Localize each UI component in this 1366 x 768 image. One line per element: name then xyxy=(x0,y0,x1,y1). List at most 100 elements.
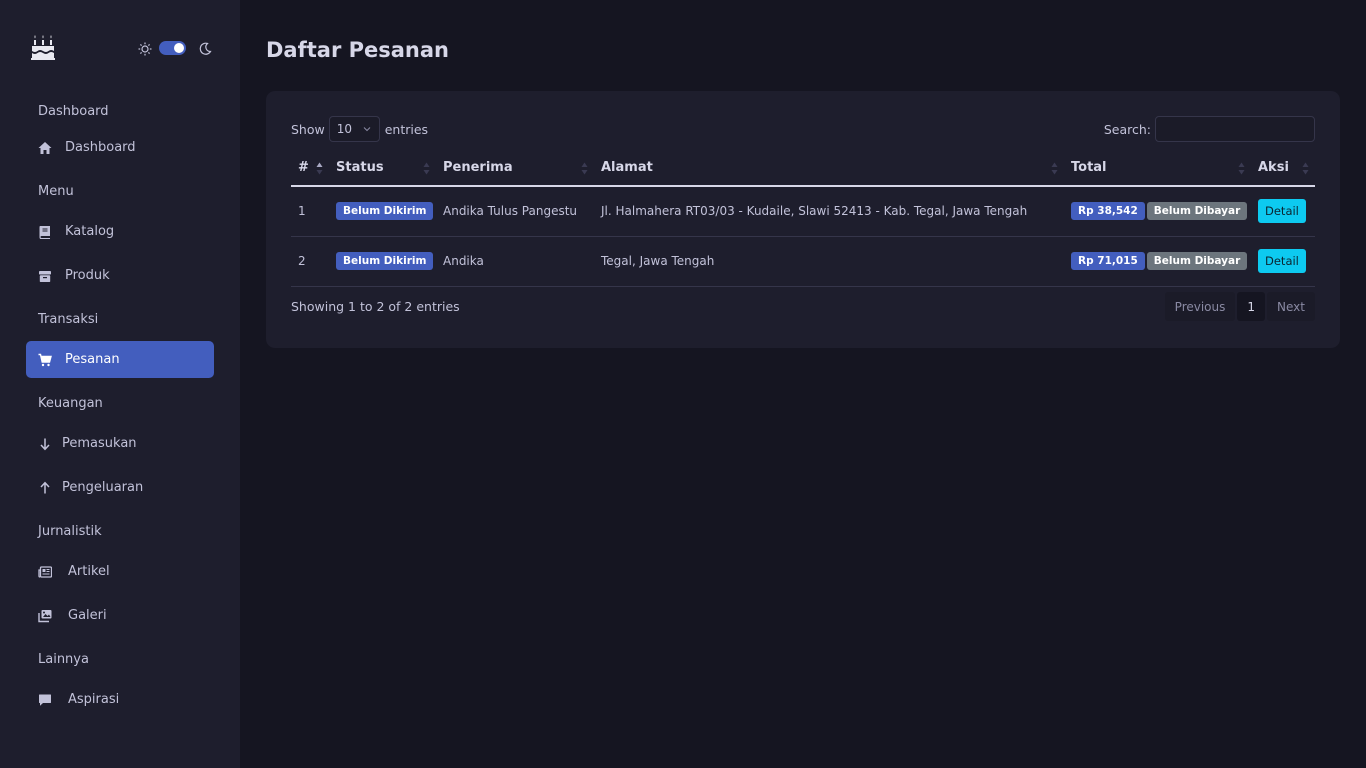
sidebar: Dashboard Dashboard Menu Katalog Produk … xyxy=(0,0,240,768)
orders-card: Show 10 entries Search: # Status Penerim… xyxy=(266,91,1340,348)
cell-aksi: Detail xyxy=(1251,186,1315,237)
sidebar-item-artikel[interactable]: Artikel xyxy=(26,553,214,590)
column-header-aksi[interactable]: Aksi xyxy=(1251,150,1315,187)
sidebar-item-produk[interactable]: Produk xyxy=(26,257,214,294)
sort-icon xyxy=(581,162,588,175)
sidebar-item-label: Katalog xyxy=(65,224,115,239)
theme-toggle xyxy=(138,39,212,57)
column-label: Penerima xyxy=(443,160,513,175)
sidebar-item-pengeluaran[interactable]: Pengeluaran xyxy=(26,469,214,506)
cell-total: Rp 38,542 Belum Dibayar xyxy=(1064,186,1251,237)
dark-mode-switch[interactable] xyxy=(159,41,186,55)
cell-total: Rp 71,015 Belum Dibayar xyxy=(1064,236,1251,287)
sort-icon xyxy=(1238,162,1245,175)
menu-title-lainnya: Lainnya xyxy=(38,651,89,667)
sidebar-item-pemasukan[interactable]: Pemasukan xyxy=(26,425,214,462)
box-icon xyxy=(38,269,52,283)
menu-title-menu: Menu xyxy=(38,183,74,199)
sort-icon xyxy=(1302,162,1309,175)
sidebar-item-label: Galeri xyxy=(68,608,107,623)
sort-asc-icon xyxy=(316,162,323,175)
payment-status-badge: Belum Dibayar xyxy=(1146,252,1248,270)
detail-button[interactable]: Detail xyxy=(1258,199,1306,224)
arrow-down-icon xyxy=(38,437,52,451)
house-icon xyxy=(38,141,52,155)
sidebar-item-galeri[interactable]: Galeri xyxy=(26,597,214,634)
sidebar-item-label: Pesanan xyxy=(65,352,120,367)
arrow-up-icon xyxy=(38,481,52,495)
table-info: Showing 1 to 2 of 2 entries xyxy=(291,299,460,314)
sidebar-item-aspirasi[interactable]: Aspirasi xyxy=(26,681,214,718)
column-label: Total xyxy=(1071,160,1107,175)
datatable-search: Search: xyxy=(1104,116,1315,142)
menu-title-dashboard: Dashboard xyxy=(38,103,109,119)
table-row: 2 Belum Dikirim Andika Tegal, Jawa Tenga… xyxy=(291,236,1315,287)
column-header-alamat[interactable]: Alamat xyxy=(594,150,1064,187)
table-header-row: # Status Penerima Alamat Total Aksi xyxy=(291,150,1315,187)
cell-number: 1 xyxy=(291,186,329,237)
sort-icon xyxy=(423,162,430,175)
next-button[interactable]: Next xyxy=(1267,292,1315,321)
column-header-total[interactable]: Total xyxy=(1064,150,1251,187)
column-label: Status xyxy=(336,160,384,175)
sidebar-item-label: Artikel xyxy=(68,564,110,579)
previous-button[interactable]: Previous xyxy=(1164,292,1236,321)
sidebar-item-label: Pemasukan xyxy=(62,436,137,451)
column-header-penerima[interactable]: Penerima xyxy=(436,150,594,187)
entries-length: Show 10 entries xyxy=(291,116,428,142)
cell-penerima: Andika xyxy=(436,236,594,287)
cart-icon xyxy=(38,353,52,367)
page-1-button[interactable]: 1 xyxy=(1237,292,1266,321)
total-badge: Rp 71,015 xyxy=(1071,252,1145,270)
search-input[interactable] xyxy=(1155,116,1315,142)
switch-knob xyxy=(174,43,184,53)
payment-status-badge: Belum Dibayar xyxy=(1146,202,1248,221)
cell-penerima: Andika Tulus Pangestu xyxy=(436,186,594,237)
status-badge: Belum Dikirim xyxy=(336,202,434,221)
column-label: Aksi xyxy=(1258,160,1289,175)
newspaper-icon xyxy=(38,565,52,579)
cell-status: Belum Dikirim xyxy=(329,186,436,237)
sort-icon xyxy=(1051,162,1058,175)
entries-label: entries xyxy=(384,121,429,137)
cell-number: 2 xyxy=(291,236,329,287)
sidebar-header xyxy=(0,0,240,96)
images-icon xyxy=(38,609,52,623)
sidebar-item-pesanan[interactable]: Pesanan xyxy=(26,341,214,378)
chevron-down-icon xyxy=(363,127,371,132)
sun-icon xyxy=(138,41,152,56)
cell-alamat: Tegal, Jawa Tengah xyxy=(594,236,1064,287)
column-label: # xyxy=(298,160,309,175)
column-label: Alamat xyxy=(601,160,653,175)
pagination: Previous 1 Next xyxy=(1163,292,1315,321)
column-header-number[interactable]: # xyxy=(291,150,329,187)
table-row: 1 Belum Dikirim Andika Tulus Pangestu Jl… xyxy=(291,186,1315,237)
chat-icon xyxy=(38,693,52,707)
sidebar-item-label: Aspirasi xyxy=(68,692,120,707)
detail-button[interactable]: Detail xyxy=(1258,249,1306,273)
book-icon xyxy=(38,225,52,239)
datatable-controls: Show 10 entries Search: xyxy=(291,116,1315,142)
menu-title-jurnalistik: Jurnalistik xyxy=(38,523,102,539)
menu-title-transaksi: Transaksi xyxy=(38,311,99,327)
sidebar-menu: Dashboard Dashboard Menu Katalog Produk … xyxy=(0,96,240,718)
cake-logo-icon[interactable] xyxy=(31,33,55,60)
sidebar-item-label: Dashboard xyxy=(65,140,136,155)
column-header-status[interactable]: Status xyxy=(329,150,436,187)
orders-table: # Status Penerima Alamat Total Aksi 1 Be… xyxy=(291,150,1315,287)
entries-select[interactable]: 10 xyxy=(328,116,380,142)
cell-alamat: Jl. Halmahera RT03/03 - Kudaile, Slawi 5… xyxy=(594,186,1064,237)
cell-status: Belum Dikirim xyxy=(329,236,436,287)
cell-aksi: Detail xyxy=(1251,236,1315,287)
moon-icon xyxy=(198,41,212,55)
sidebar-item-dashboard[interactable]: Dashboard xyxy=(26,129,214,166)
menu-title-keuangan: Keuangan xyxy=(38,395,103,411)
sidebar-item-katalog[interactable]: Katalog xyxy=(26,213,214,250)
search-label: Search: xyxy=(1103,121,1151,137)
entries-select-value: 10 xyxy=(336,122,353,136)
total-badge: Rp 38,542 xyxy=(1071,202,1145,221)
status-badge: Belum Dikirim xyxy=(336,252,434,270)
page-title: Daftar Pesanan xyxy=(266,38,449,62)
sidebar-item-label: Pengeluaran xyxy=(62,480,144,495)
show-label: Show xyxy=(291,121,325,137)
